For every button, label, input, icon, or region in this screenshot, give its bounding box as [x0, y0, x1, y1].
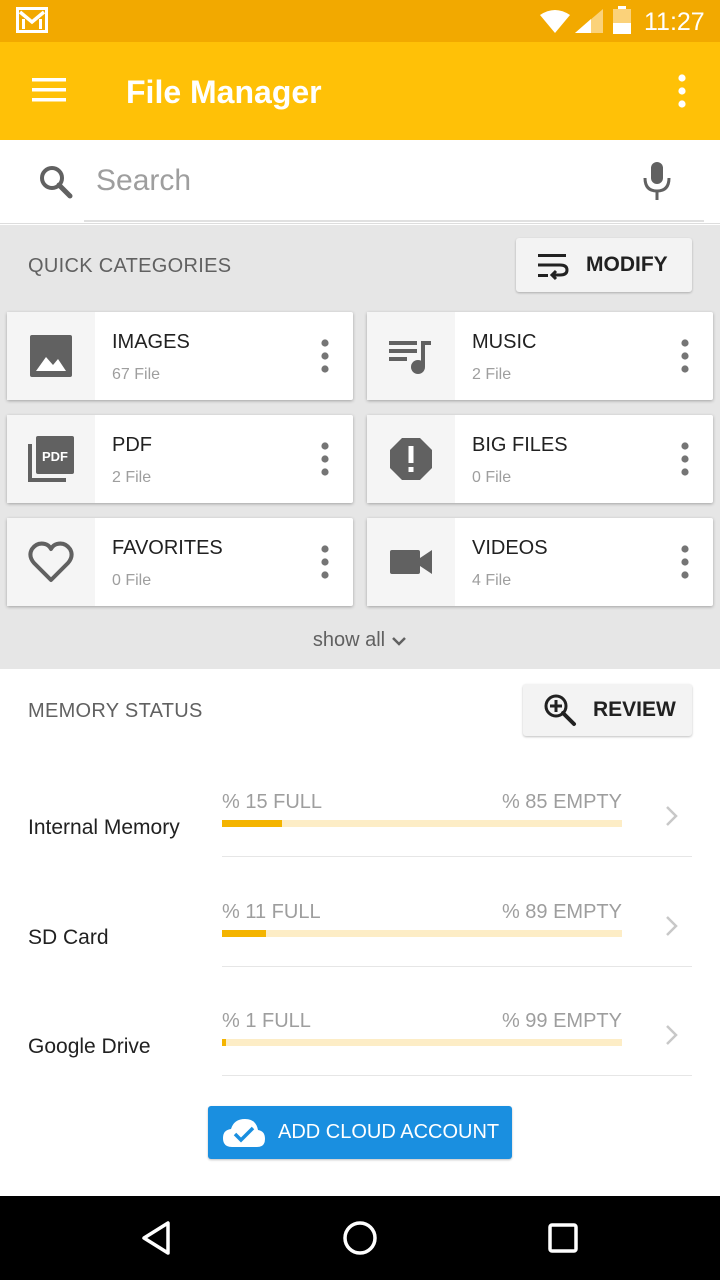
memory-full-text: % 1 FULL	[222, 1010, 311, 1032]
category-count: 4 File	[472, 572, 512, 589]
memory-status-label: MEMORY STATUS	[28, 700, 203, 722]
add-cloud-account-label: ADD CLOUD ACCOUNT	[278, 1121, 500, 1143]
category-count: 67 File	[112, 366, 161, 383]
memory-row-sd-card[interactable]: SD Card % 11 FULL % 89 EMPTY	[0, 858, 720, 967]
memory-empty-text: % 99 EMPTY	[501, 1010, 622, 1032]
memory-name: Internal Memory	[28, 816, 180, 839]
show-all-label: show all	[312, 629, 386, 651]
back-icon[interactable]	[138, 1218, 178, 1258]
music-icon	[389, 341, 431, 374]
image-icon	[30, 335, 72, 377]
system-nav-bar	[0, 1196, 720, 1280]
memory-name: SD Card	[28, 926, 109, 949]
category-name: IMAGES	[112, 331, 190, 353]
more-vert-icon[interactable]	[319, 339, 331, 373]
wrap-text-icon	[538, 254, 569, 281]
modify-button[interactable]: MODIFY	[516, 238, 692, 292]
category-name: VIDEOS	[472, 537, 548, 559]
more-vert-icon[interactable]	[319, 545, 331, 579]
category-card-images[interactable]: IMAGES 67 File	[7, 312, 353, 400]
memory-progress-fill	[222, 820, 282, 827]
overflow-menu-icon[interactable]	[672, 74, 692, 108]
memory-empty-text: % 85 EMPTY	[501, 791, 622, 813]
gmail-icon	[16, 7, 48, 33]
memory-progress-bar	[222, 1039, 622, 1046]
video-camera-icon	[390, 550, 432, 574]
recents-icon[interactable]	[543, 1218, 583, 1258]
category-card-pdf[interactable]: PDF PDF 2 File	[7, 415, 353, 503]
more-vert-icon[interactable]	[679, 545, 691, 579]
memory-progress-bar	[222, 930, 622, 937]
category-name: BIG FILES	[472, 434, 568, 456]
mic-icon[interactable]	[640, 160, 674, 202]
review-button[interactable]: REVIEW	[523, 684, 692, 736]
home-icon[interactable]	[340, 1218, 380, 1258]
category-card-videos[interactable]: VIDEOS 4 File	[367, 518, 713, 606]
category-card-big-files[interactable]: BIG FILES 0 File	[367, 415, 713, 503]
memory-empty-text: % 89 EMPTY	[501, 901, 622, 923]
search-input[interactable]	[96, 158, 616, 204]
category-count: 0 File	[112, 572, 152, 589]
status-time: 11:27	[644, 8, 705, 36]
memory-status-section: MEMORY STATUS REVIEW Internal Memory % 1…	[0, 669, 720, 1196]
category-count: 2 File	[112, 469, 152, 486]
memory-progress-fill	[222, 1039, 226, 1046]
search-underline	[84, 220, 704, 222]
category-name: FAVORITES	[112, 537, 223, 559]
svg-text:PDF: PDF	[42, 449, 68, 464]
category-count: 2 File	[472, 366, 512, 383]
cloud-check-icon	[223, 1118, 265, 1147]
search-bar	[0, 140, 720, 224]
heart-icon	[28, 541, 74, 582]
memory-full-text: % 11 FULL	[222, 901, 321, 923]
memory-progress-bar	[222, 820, 622, 827]
memory-name: Google Drive	[28, 1035, 151, 1058]
chevron-right-icon	[666, 806, 678, 826]
category-card-music[interactable]: MUSIC 2 File	[367, 312, 713, 400]
search-icon[interactable]	[36, 162, 76, 202]
more-vert-icon[interactable]	[319, 442, 331, 476]
chevron-down-icon	[392, 636, 407, 646]
row-divider	[222, 856, 692, 857]
modify-label: MODIFY	[586, 253, 668, 276]
memory-progress-fill	[222, 930, 266, 937]
review-label: REVIEW	[593, 698, 676, 721]
hamburger-menu-icon[interactable]	[32, 78, 66, 102]
more-vert-icon[interactable]	[679, 339, 691, 373]
app-title: File Manager	[126, 74, 322, 110]
battery-icon	[613, 6, 631, 34]
memory-row-internal[interactable]: Internal Memory % 15 FULL % 85 EMPTY	[0, 748, 720, 857]
add-cloud-account-button[interactable]: ADD CLOUD ACCOUNT	[208, 1106, 512, 1159]
show-all-button[interactable]: show all	[0, 629, 720, 652]
pdf-icon: PDF	[28, 436, 74, 482]
alert-octagon-icon	[390, 438, 432, 480]
chevron-right-icon	[666, 1025, 678, 1045]
app-bar: File Manager	[0, 42, 720, 140]
category-name: PDF	[112, 434, 152, 456]
more-vert-icon[interactable]	[679, 442, 691, 476]
quick-categories-section: QUICK CATEGORIES MODIFY IMAGES 67 File M…	[0, 225, 720, 669]
quick-categories-label: QUICK CATEGORIES	[28, 255, 232, 277]
row-divider	[222, 1075, 692, 1076]
chevron-right-icon	[666, 916, 678, 936]
signal-icon	[575, 9, 603, 33]
wifi-icon	[540, 10, 570, 33]
status-bar: 11:27	[0, 0, 720, 42]
category-name: MUSIC	[472, 331, 537, 353]
zoom-in-icon	[544, 694, 576, 726]
category-count: 0 File	[472, 469, 512, 486]
memory-row-google-drive[interactable]: Google Drive % 1 FULL % 99 EMPTY	[0, 967, 720, 1076]
category-card-favorites[interactable]: FAVORITES 0 File	[7, 518, 353, 606]
memory-full-text: % 15 FULL	[222, 791, 323, 813]
